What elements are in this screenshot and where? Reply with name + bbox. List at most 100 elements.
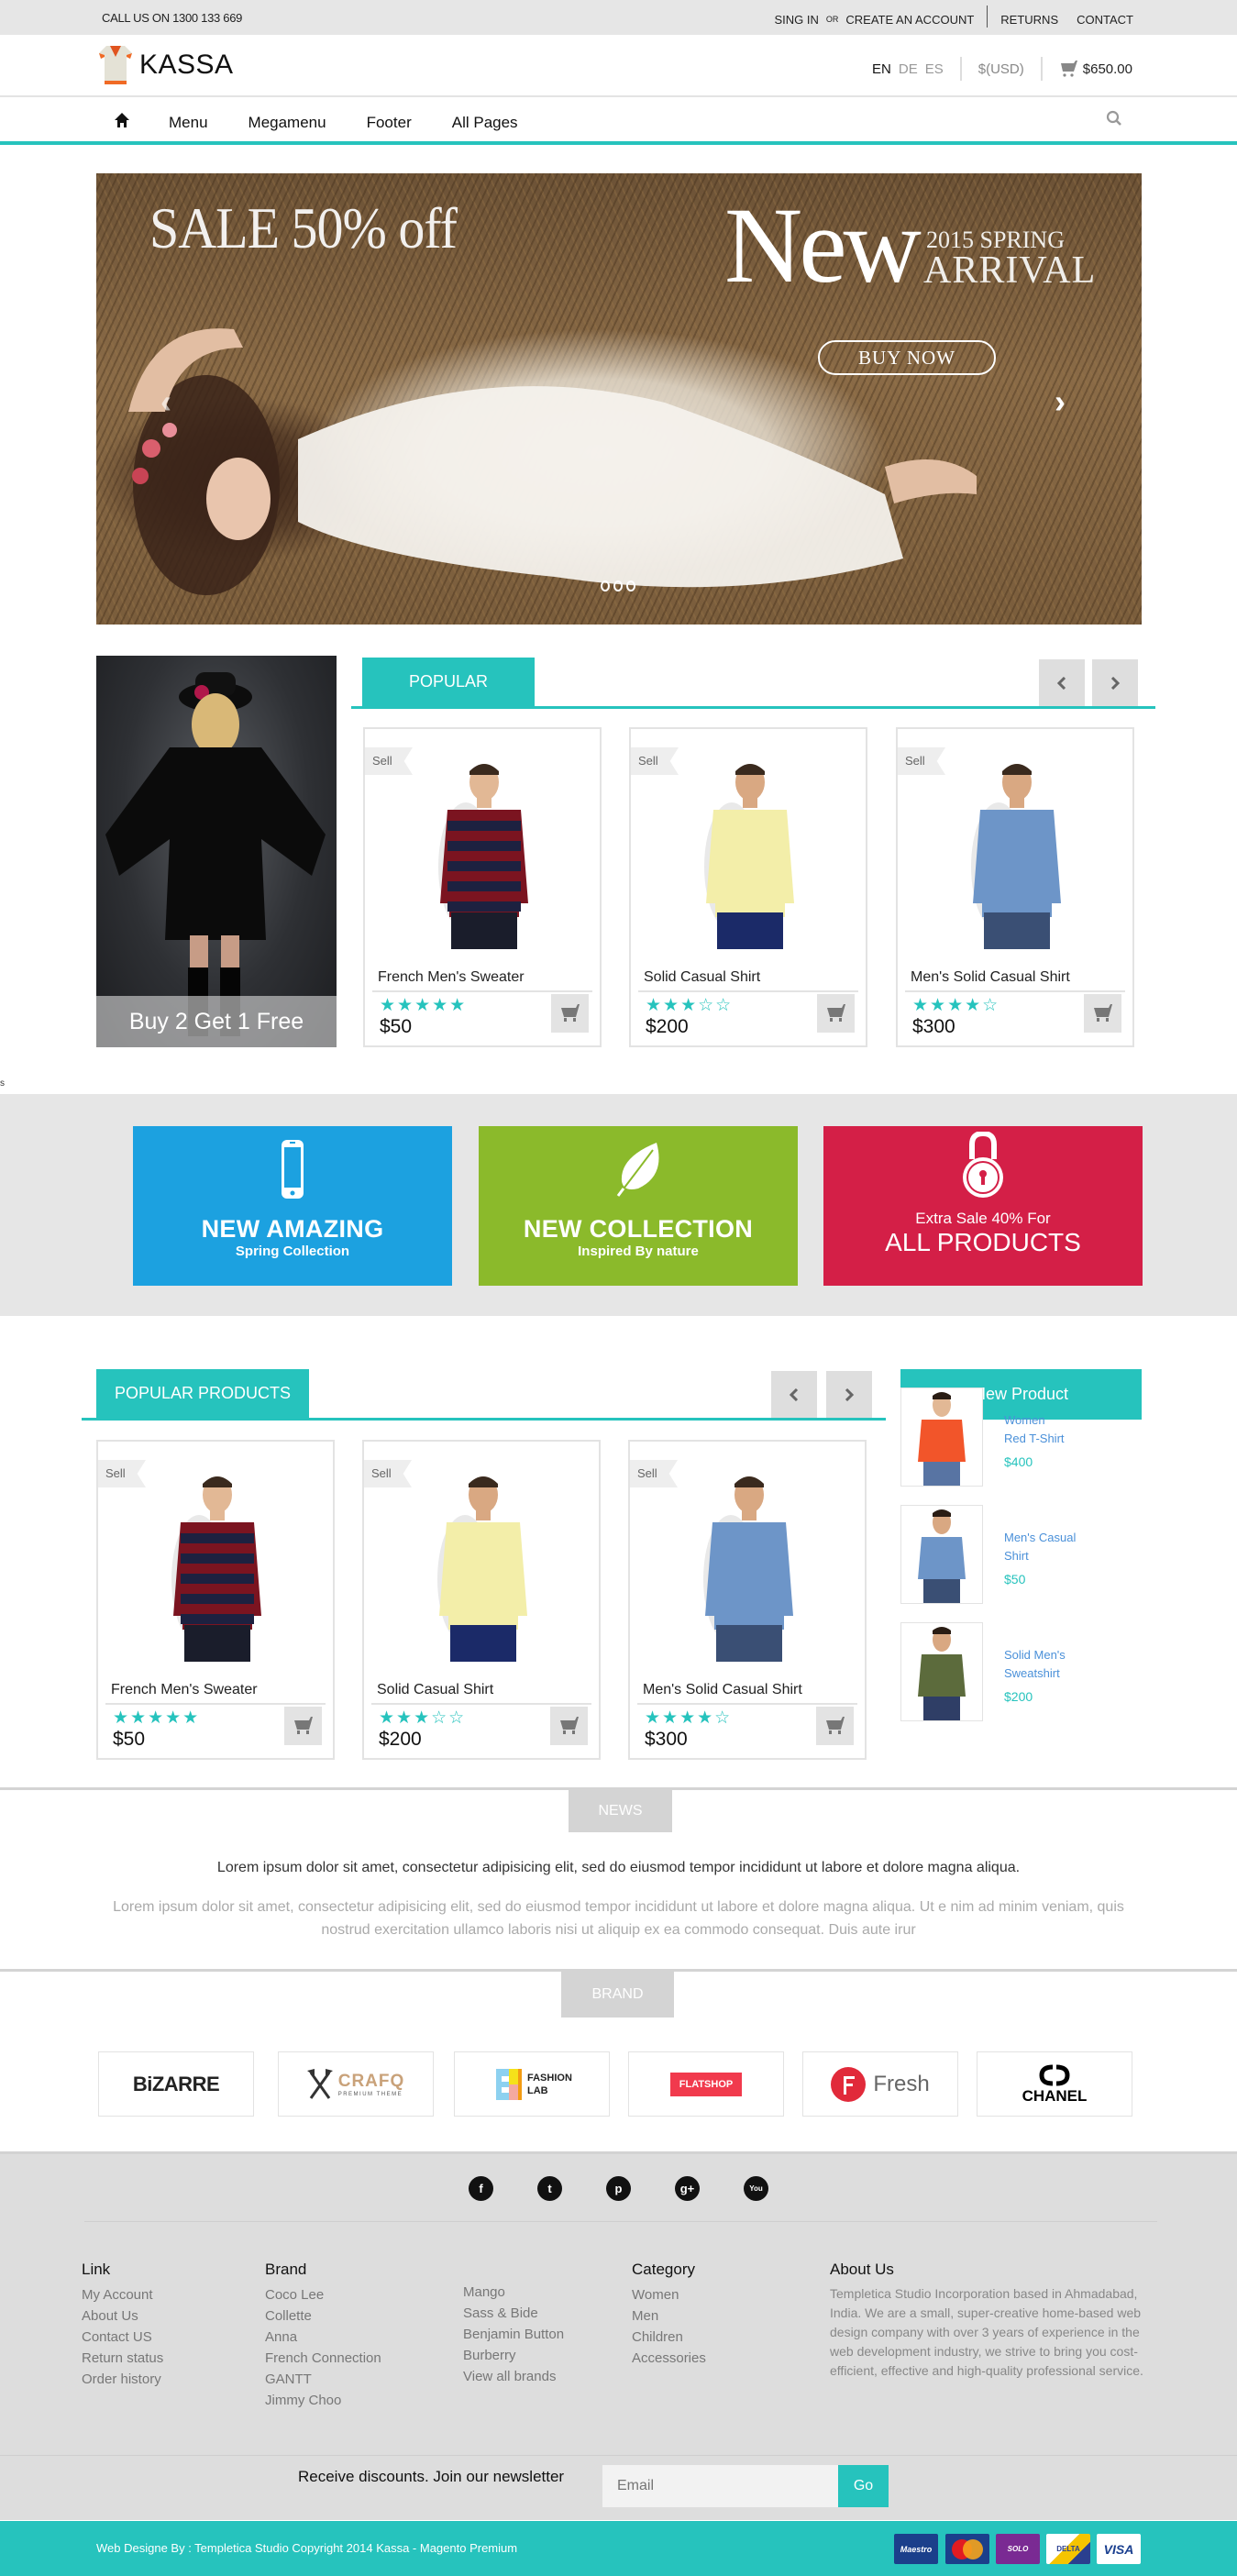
product-card[interactable]: Sell Solid Casual Shirt ★★★☆☆ $200 [629,727,867,1047]
add-to-cart-button[interactable] [816,1707,854,1745]
footer-link[interactable]: Accessories [632,2348,706,2369]
product-name[interactable]: Men's Solid Casual Shirt [643,1682,802,1698]
slider-prev-icon[interactable]: ‹ [160,382,171,421]
footer-link[interactable]: My Account [82,2284,163,2305]
new-product-name[interactable]: Women Red T-Shirt [1004,1411,1105,1448]
new-product-image[interactable] [900,1388,983,1487]
add-to-cart-button[interactable] [817,994,855,1033]
feature-new-collection[interactable]: NEW COLLECTION Inspired By nature [479,1126,798,1286]
product-image[interactable] [944,757,1090,949]
youtube-icon[interactable]: You [744,2176,768,2201]
new-product-image[interactable] [900,1622,983,1721]
logo[interactable]: KASSA [97,44,234,86]
product-image[interactable] [676,1469,823,1662]
product-name[interactable]: French Men's Sweater [111,1682,258,1698]
slider-dot[interactable] [601,580,610,591]
search-icon [1106,110,1121,126]
footer-link[interactable]: Jimmy Choo [265,2390,381,2411]
language-de[interactable]: DE [899,61,918,77]
footer-link[interactable]: Children [632,2327,706,2348]
product-image[interactable] [144,1469,291,1662]
footer-link[interactable]: Men [632,2305,706,2327]
footer-link[interactable]: View all brands [463,2366,564,2387]
product-name[interactable]: Solid Casual Shirt [644,969,760,986]
brand-fresh[interactable]: Fresh [802,2051,958,2117]
nav-footer[interactable]: Footer [367,114,412,132]
brand-fashion-lab[interactable]: FASHION LAB [454,2051,610,2117]
brand-chanel[interactable]: CHANEL [977,2051,1132,2117]
product-name[interactable]: Solid Casual Shirt [377,1682,493,1698]
add-to-cart-button[interactable] [551,994,589,1033]
slider-dot[interactable] [626,580,635,591]
add-to-cart-button[interactable] [1084,994,1121,1033]
new-product-name[interactable]: Men's Casual Shirt [1004,1529,1105,1565]
product-card[interactable]: Sell Solid Casual Shirt ★★★☆☆ $200 [362,1440,601,1760]
carousel-next-button[interactable] [1092,659,1138,706]
language-es[interactable]: ES [925,61,944,77]
promo-banner[interactable]: Buy 2 Get 1 Free [96,656,337,1047]
create-account-link[interactable]: CREATE AN ACCOUNT [845,13,974,27]
footer-link[interactable]: Women [632,2284,706,2305]
product-name[interactable]: Men's Solid Casual Shirt [911,969,1070,986]
google-plus-icon[interactable]: g+ [675,2176,700,2201]
facebook-icon[interactable]: f [469,2176,493,2201]
footer-link[interactable]: Collette [265,2305,381,2327]
cart-button[interactable]: $650.00 [1059,61,1132,77]
footer-link[interactable]: Anna [265,2327,381,2348]
nav-megamenu[interactable]: Megamenu [249,114,326,132]
footer-link[interactable]: Benjamin Button [463,2324,564,2345]
newsletter-go-button[interactable]: Go [838,2465,889,2507]
product-card[interactable]: Sell Men's Solid Casual Shirt ★★★★☆ $300 [896,727,1134,1047]
nav-menu[interactable]: Menu [169,114,208,132]
product-image[interactable] [410,1469,557,1662]
returns-link[interactable]: RETURNS [1000,13,1058,27]
product-image[interactable] [411,757,558,949]
product-card[interactable]: Sell French Men's Sweater ★★★★★ $50 [96,1440,335,1760]
sign-in-link[interactable]: SING IN [774,13,818,27]
new-product-price: $400 [1004,1454,1033,1469]
footer-link[interactable]: GANTT [265,2369,381,2390]
product-name[interactable]: French Men's Sweater [378,969,525,986]
slider-next-icon[interactable]: › [1055,382,1066,421]
footer-link[interactable]: Return status [82,2348,163,2369]
search-button[interactable] [1106,110,1122,131]
add-to-cart-button[interactable] [284,1707,322,1745]
product-image[interactable] [677,757,823,949]
product-card[interactable]: Sell Men's Solid Casual Shirt ★★★★☆ $300 [628,1440,867,1760]
footer-link[interactable]: Mango [463,2282,564,2303]
language-en[interactable]: EN [872,61,891,77]
nav-home[interactable] [114,112,130,133]
product-card[interactable]: Sell French Men's Sweater ★★★★★ $50 [363,727,602,1047]
footer-link[interactable]: Burberry [463,2345,564,2366]
footer-link[interactable]: French Connection [265,2348,381,2369]
footer-link[interactable]: About Us [82,2305,163,2327]
copyright-text: Web Designe By : Templetica Studio Copyr… [96,2541,518,2555]
add-to-cart-button[interactable] [550,1707,588,1745]
delta-icon: DELTA [1046,2534,1090,2564]
footer-link[interactable]: Sass & Bide [463,2303,564,2324]
carousel-next-button[interactable] [826,1371,872,1418]
new-product-name[interactable]: Solid Men's Sweatshirt [1004,1646,1105,1683]
brand-bizarre[interactable]: BiZARRE [98,2051,254,2117]
footer-link[interactable]: Contact US [82,2327,163,2348]
footer-link[interactable]: Order history [82,2369,163,2390]
twitter-icon[interactable]: t [537,2176,562,2201]
sell-badge: Sell [365,747,413,775]
contact-link[interactable]: CONTACT [1077,13,1133,27]
currency-selector[interactable]: $(USD) [978,61,1024,77]
feature-extra-sale[interactable]: Extra Sale 40% For ALL PRODUCTS [823,1126,1143,1286]
newsletter-email-input[interactable] [602,2465,838,2507]
slider-dot[interactable] [613,580,623,591]
footer-link[interactable]: Coco Lee [265,2284,381,2305]
new-product-image[interactable] [900,1505,983,1604]
hero-slider[interactable]: SALE 50% off New 2015 SPRING ARRIVAL BUY… [96,173,1142,625]
brand-flatshop[interactable]: FLATSHOP [628,2051,784,2117]
feature-new-amazing[interactable]: NEW AMAZING Spring Collection [133,1126,452,1286]
buy-now-button[interactable]: BUY NOW [818,340,996,375]
nav-all-pages[interactable]: All Pages [452,114,518,132]
brand-crafq[interactable]: CRAFQ PREMIUM THEME [278,2051,434,2117]
sell-badge: Sell [98,1460,146,1487]
carousel-prev-button[interactable] [1039,659,1085,706]
carousel-prev-button[interactable] [771,1371,817,1418]
pinterest-icon[interactable]: p [606,2176,631,2201]
